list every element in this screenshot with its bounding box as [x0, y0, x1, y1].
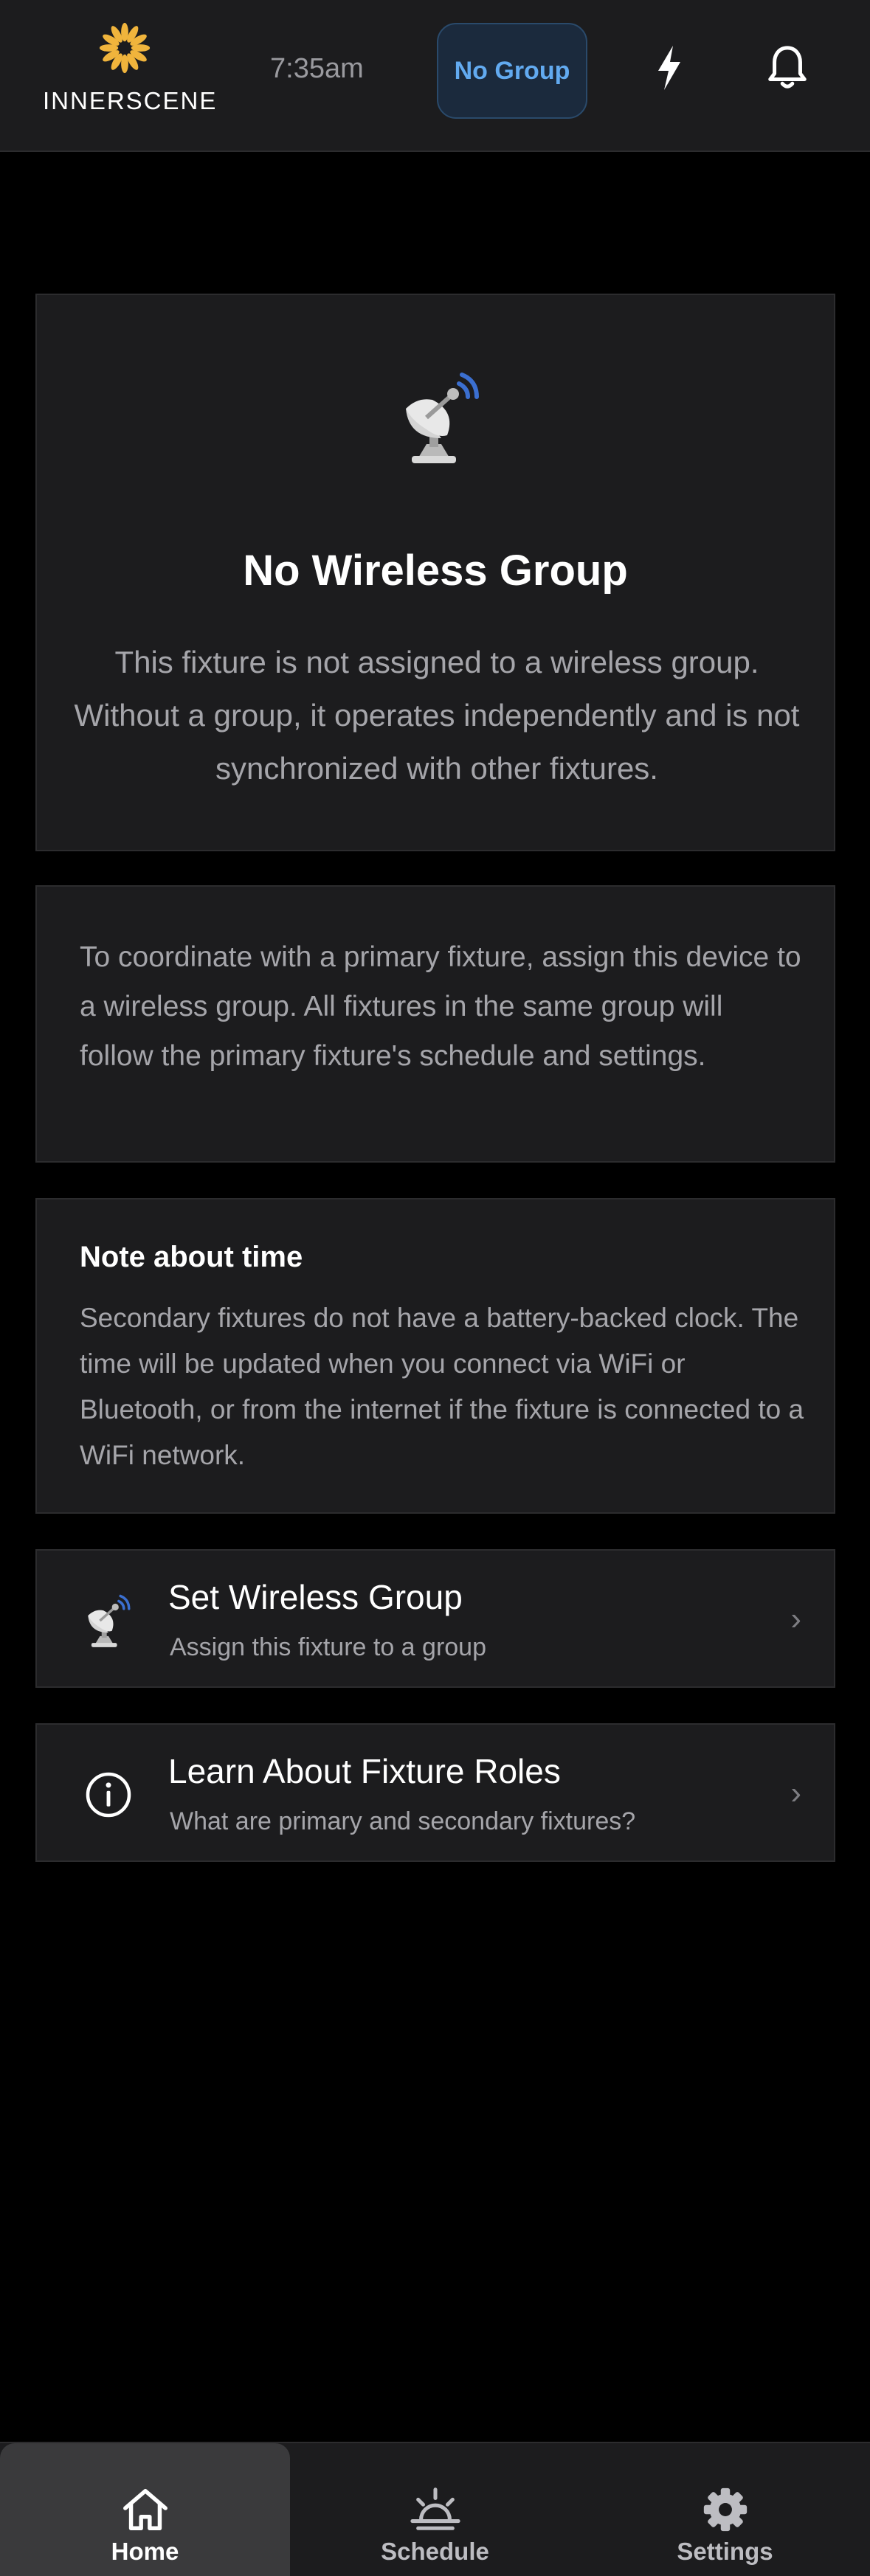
learn-fixture-roles-title: Learn About Fixture Roles — [168, 1752, 561, 1790]
group-button-label: No Group — [454, 56, 570, 85]
chevron-right-icon: › — [790, 1601, 801, 1637]
brand-logo[interactable]: INNERSCENE — [43, 19, 218, 115]
no-group-title: No Wireless Group — [243, 547, 628, 595]
sun-logo-icon — [99, 22, 151, 74]
bell-icon[interactable] — [764, 43, 810, 93]
time-note-card: Note about time Secondary fixtures do no… — [35, 1198, 835, 1514]
brand-name: INNERSCENE — [43, 87, 218, 114]
tab-home[interactable]: Home — [0, 2443, 290, 2576]
time-note-text: Secondary fixtures do not have a battery… — [80, 1303, 804, 1470]
chevron-right-icon: › — [790, 1775, 801, 1811]
no-group-card: No Wireless Group This fixture is not as… — [35, 294, 835, 851]
tab-schedule[interactable]: Schedule — [290, 2443, 580, 2576]
no-group-description: This fixture is not assigned to a wirele… — [74, 645, 800, 786]
tab-schedule-label: Schedule — [381, 2538, 489, 2565]
tab-home-label: Home — [111, 2538, 179, 2565]
info-circle-icon — [86, 1772, 131, 1818]
set-wireless-group-row[interactable]: Set Wireless Group Assign this fixture t… — [35, 1549, 835, 1688]
sunrise-icon — [410, 2487, 460, 2530]
set-wireless-group-subtitle: Assign this fixture to a group — [170, 1633, 487, 1661]
set-wireless-group-title: Set Wireless Group — [168, 1578, 463, 1616]
tab-settings[interactable]: Settings — [580, 2443, 870, 2576]
clock-time: 7:35am — [270, 53, 364, 84]
time-note-title: Note about time — [80, 1241, 303, 1273]
learn-fixture-roles-subtitle: What are primary and secondary fixtures? — [170, 1807, 636, 1835]
no-group-button[interactable]: No Group — [437, 23, 587, 119]
coordination-info-card: To coordinate with a primary fixture, as… — [35, 885, 835, 1163]
gear-icon — [703, 2487, 747, 2532]
top-bar: INNERSCENE 7:35am No Group — [0, 0, 870, 152]
app-root: INNERSCENE 7:35am No Group No Wireless G… — [0, 0, 870, 2576]
coordination-info-text: To coordinate with a primary fixture, as… — [80, 941, 801, 1072]
home-icon — [122, 2489, 168, 2530]
satellite-dish-icon — [88, 1594, 131, 1647]
satellite-dish-icon — [406, 373, 479, 463]
bottom-tab-bar: Home Schedule Settings — [0, 2442, 870, 2576]
tab-settings-label: Settings — [677, 2538, 773, 2565]
lightning-bolt-icon[interactable] — [648, 43, 692, 93]
learn-fixture-roles-row[interactable]: Learn About Fixture Roles What are prima… — [35, 1723, 835, 1862]
